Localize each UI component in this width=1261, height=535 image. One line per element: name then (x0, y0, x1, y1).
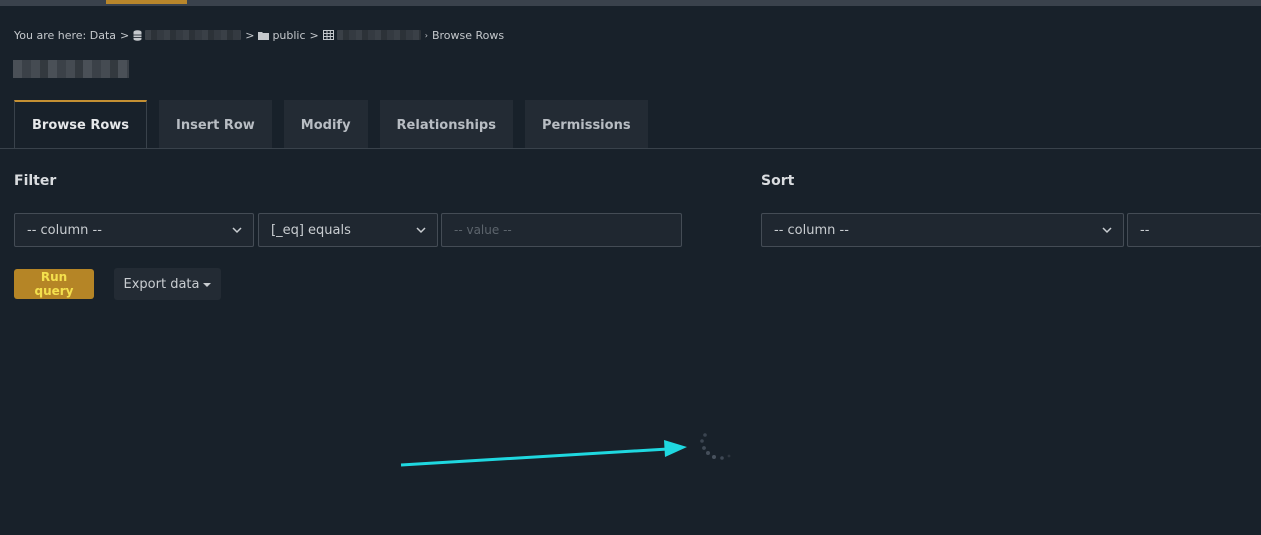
spinner-icon (700, 433, 731, 460)
page-title-redacted (13, 60, 129, 78)
breadcrumb-prefix[interactable]: You are here: Data (14, 29, 116, 42)
breadcrumb-separator: > (309, 28, 319, 42)
run-query-button[interactable]: Run query (14, 269, 94, 299)
filter-column-select[interactable]: -- column -- (14, 213, 254, 247)
top-bar-accent (106, 0, 187, 4)
filter-column-value: -- column -- (27, 222, 102, 238)
tab-modify[interactable]: Modify (283, 100, 368, 148)
tab-label: Insert Row (176, 117, 255, 133)
caret-down-icon (203, 277, 212, 292)
export-data-label: Export data (123, 276, 200, 292)
filter-operator-select[interactable]: [_eq] equals (258, 213, 438, 247)
annotation-arrow (400, 440, 687, 467)
chevron-down-icon (1101, 224, 1113, 240)
tab-permissions[interactable]: Permissions (524, 100, 648, 148)
tab-label: Browse Rows (32, 118, 130, 133)
breadcrumb-separator: > (245, 28, 255, 42)
filter-operator-value: [_eq] equals (271, 222, 351, 238)
filter-label: Filter (14, 173, 57, 189)
chevron-down-icon (231, 224, 243, 240)
table-name-redacted[interactable] (336, 30, 421, 40)
breadcrumb-current: Browse Rows (431, 28, 505, 42)
database-name-redacted[interactable] (145, 30, 242, 40)
database-icon (133, 29, 142, 41)
tab-label: Modify (300, 117, 351, 133)
breadcrumb-separator: > (120, 28, 130, 42)
tab-bar: Browse Rows Insert Row Modify Relationsh… (14, 100, 648, 149)
chevron-down-icon (415, 224, 427, 240)
breadcrumb-schema[interactable]: public (272, 29, 305, 42)
sort-column-select[interactable]: -- column -- (761, 213, 1124, 247)
sort-order-value: -- (1140, 222, 1150, 238)
tab-insert-row[interactable]: Insert Row (159, 100, 272, 148)
breadcrumb: You are here: Data > > public > › Browse… (14, 28, 504, 42)
filter-value-input[interactable] (441, 213, 682, 247)
export-data-button[interactable]: Export data (114, 268, 221, 300)
sort-label: Sort (761, 173, 795, 189)
top-bar (0, 0, 1261, 6)
tab-browse-rows[interactable]: Browse Rows (14, 100, 148, 149)
tab-label: Relationships (396, 117, 496, 133)
tab-label: Permissions (541, 117, 631, 133)
tabs-divider (0, 148, 1261, 149)
table-icon (322, 30, 334, 40)
tab-relationships[interactable]: Relationships (379, 100, 513, 148)
breadcrumb-separator-small: › (424, 30, 428, 40)
sort-column-value: -- column -- (774, 222, 849, 238)
folder-icon (258, 31, 270, 40)
sort-order-select[interactable]: -- (1127, 213, 1261, 247)
